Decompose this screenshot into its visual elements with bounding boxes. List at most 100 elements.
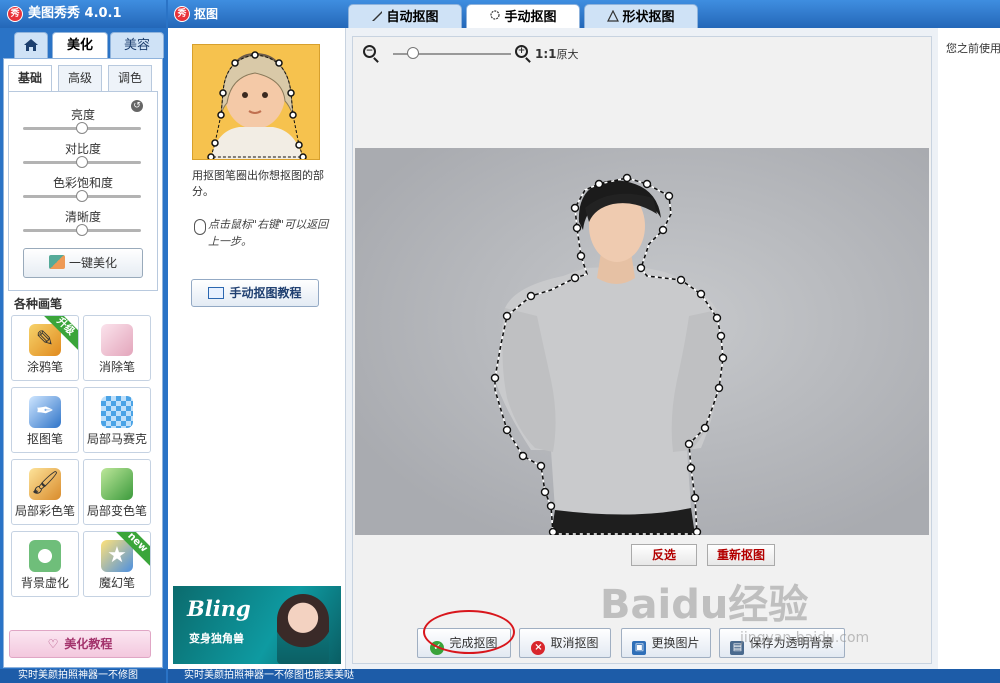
app-logo-icon: 秀 [7,6,23,22]
one-click-label: 一键美化 [68,256,117,270]
app-title: 美图秀秀 4.0.1 [28,6,122,21]
ad-title: Bling [187,596,251,621]
invert-selection-button[interactable]: 反选 [631,544,697,566]
bling-ad-banner[interactable]: Bling 变身独角兽 [173,586,341,664]
change-image-button[interactable]: ▣ 更换图片 [621,628,711,658]
lasso-icon [490,10,501,20]
adjust-box: ↺ 亮度 对比度 色彩饱和度 清晰度 一键美化 [8,91,158,291]
photo-illustration [490,173,728,535]
slider-knob[interactable] [76,156,88,168]
cutout-window: 秀 抠图 自动抠图 手动抠图 形状抠图 用抠图笔圈出你想抠图的部分。 点击鼠标"… [168,0,1000,683]
tool-label: 消除笔 [98,360,135,374]
watermark-url: jingyan.baidu.com [740,630,870,646]
cutout-window-title: 抠图 [194,7,219,21]
tab-home[interactable] [14,32,48,58]
background-blur-icon [29,540,61,572]
brightness-slider[interactable]: 亮度 [9,106,157,140]
photo-canvas[interactable] [355,148,929,535]
mosaic-icon [101,396,133,428]
slider-knob[interactable] [76,224,88,236]
zoom-in-icon[interactable]: + [515,45,528,58]
status-bar: 实时美颜拍照神器一不修图也能美美哒 [168,669,1000,683]
tool-magic-pen[interactable]: ★ new 魔幻笔 [83,531,151,597]
shape-icon [607,10,620,22]
beautify-tutorial-button[interactable]: ♡ 美化教程 [9,630,151,658]
zoom-slider-knob[interactable] [407,47,420,59]
slider-knob[interactable] [76,190,88,202]
app-logo-icon: 秀 [174,6,190,22]
redo-cutout-button[interactable]: 重新抠图 [707,544,775,566]
beautify-tutorial-label: 美化教程 [64,637,113,651]
brush-icon [372,11,383,21]
cancel-cutout-button[interactable]: × 取消抠图 [519,628,611,658]
tab-label: 自动抠图 [386,10,439,25]
tool-eraser-pen[interactable]: 消除笔 [83,315,151,381]
magic-wand-icon [48,255,65,269]
tool-label: 局部变色笔 [86,504,147,518]
subtab-basic[interactable]: 基础 [8,65,52,91]
slider-label: 亮度 [70,108,95,122]
zoom-original-size[interactable]: 1:1原大 [535,46,579,62]
tool-label: 涂鸦笔 [26,360,63,374]
tab-face[interactable]: 美容 [110,32,164,58]
tab-manual-cutout[interactable]: 手动抠图 [466,4,580,30]
subtab-advanced[interactable]: 高级 [58,65,102,91]
status-text-left: 实时美颜拍照神器一不修图 [18,670,138,681]
tool-background-blur[interactable]: 背景虚化 [11,531,79,597]
cutout-handwritten-tip: 点击鼠标"右键"可以返回上一步。 [208,218,329,248]
tab-label: 手动抠图 [504,10,557,25]
hand-icon: ♡ [47,637,59,651]
slider-label: 色彩饱和度 [52,176,113,190]
subtab-color[interactable]: 调色 [108,65,152,91]
book-icon [208,287,225,299]
tab-shape-cutout[interactable]: 形状抠图 [584,4,698,30]
slider-label: 清晰度 [64,210,101,224]
saturation-slider[interactable]: 色彩饱和度 [9,174,157,208]
change-image-label: 更换图片 [651,636,700,650]
cancel-icon: × [531,641,546,655]
mouse-icon [194,219,206,235]
cutout-pen-icon: ✒ [29,396,61,428]
paint-brush-icon: 🖌 [29,468,61,500]
tool-label: 背景虚化 [20,576,69,590]
right-panel: 您之前使用 [938,28,1000,669]
slider-label: 对比度 [64,142,101,156]
beautify-panel: 基础 高级 调色 ↺ 亮度 对比度 色彩饱和度 清晰度 一键美化 各种画笔 ✎ … [3,58,163,668]
sharpness-slider[interactable]: 清晰度 [9,208,157,242]
zoom-out-icon[interactable]: − [363,45,376,58]
status-bar-left: 实时美颜拍照神器一不修图 [0,669,166,683]
tool-cutout-pen[interactable]: ✒ 抠图笔 [11,387,79,453]
watermark-logo: Baidu经验 [600,582,809,628]
baby-demo-illustration [193,45,319,159]
tool-label: 魔幻笔 [98,576,135,590]
one-click-beautify-button[interactable]: 一键美化 [23,248,143,278]
slider-knob[interactable] [76,122,88,134]
ad-subtitle: 变身独角兽 [189,632,244,645]
manual-cutout-tutorial-button[interactable]: 手动抠图教程 [191,279,319,307]
tool-label: 局部马赛克 [86,432,147,446]
zoom-ratio-label: 原大 [556,48,579,61]
zoom-ratio: 1:1 [535,47,557,61]
brushes-title: 各种画笔 [14,297,63,311]
tab-beautify[interactable]: 美化 [52,32,108,58]
left-panel: 秀 美图秀秀 4.0.1 美化 美容 基础 高级 调色 ↺ 亮度 对比度 色彩饱… [0,0,166,683]
cancel-cutout-label: 取消抠图 [550,636,599,650]
tab-label: 形状抠图 [622,10,675,25]
tutorial-button-label: 手动抠图教程 [229,286,302,300]
tool-doodle-pen[interactable]: ✎ 升级 涂鸦笔 [11,315,79,381]
tab-auto-cutout[interactable]: 自动抠图 [348,4,462,30]
canvas-area: − + 1:1原大 反选 重新抠图 ✓ 完成抠图 × 取消抠图 ▣ 更换图片 ▤… [352,36,932,664]
tool-local-recolor-pen[interactable]: 局部变色笔 [83,459,151,525]
contrast-slider[interactable]: 对比度 [9,140,157,174]
tool-local-color-pen[interactable]: 🖌 局部彩色笔 [11,459,79,525]
tool-label: 抠图笔 [26,432,63,446]
tool-local-mosaic[interactable]: 局部马赛克 [83,387,151,453]
demo-thumbnail [192,44,320,160]
image-icon: ▣ [632,641,647,655]
app-titlebar: 秀 美图秀秀 4.0.1 [0,0,166,28]
cutout-window-body: 用抠图笔圈出你想抠图的部分。 点击鼠标"右键"可以返回上一步。 手动抠图教程 B… [168,28,1000,669]
paint-bucket-icon [101,468,133,500]
eraser-icon [101,324,133,356]
main-tabs: 美化 美容 [0,30,166,58]
home-icon [24,39,38,51]
